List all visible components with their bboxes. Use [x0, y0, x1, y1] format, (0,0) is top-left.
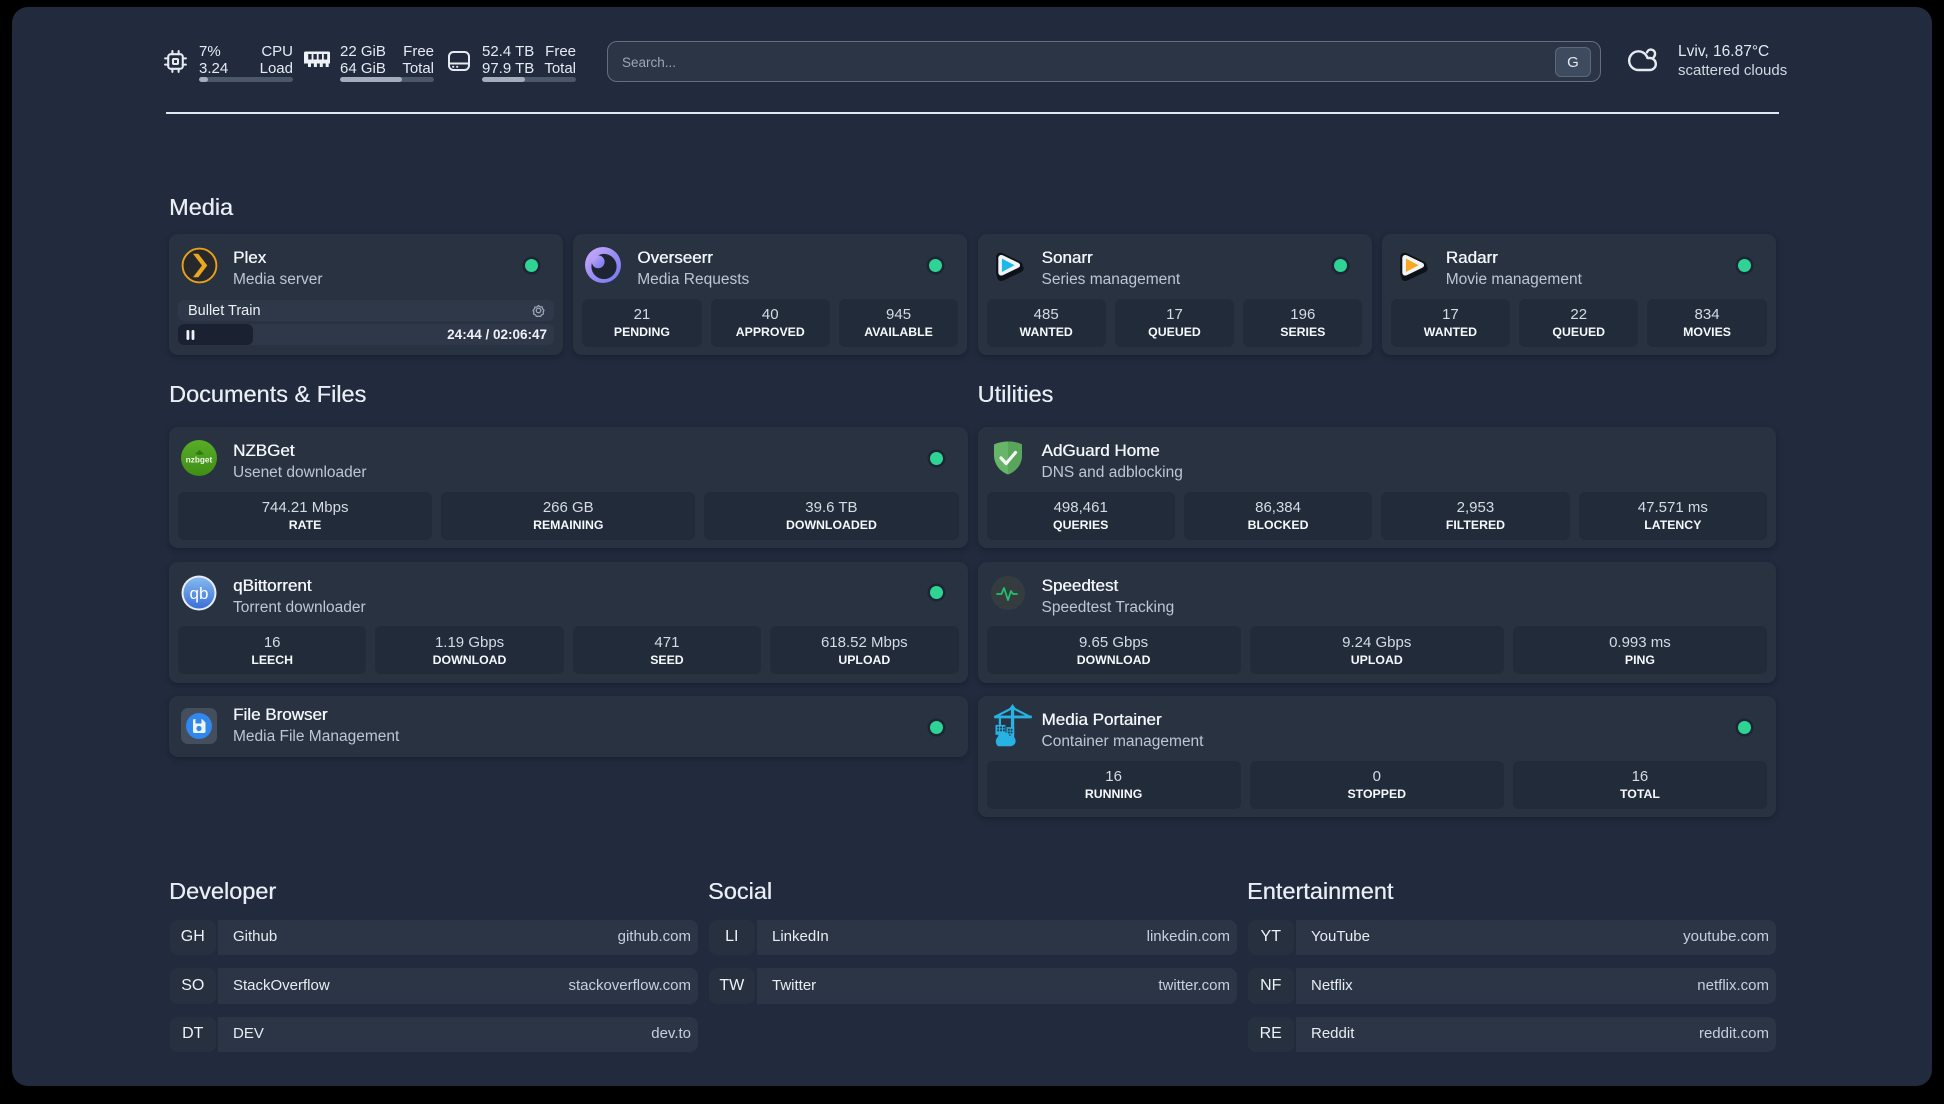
svg-text:qb: qb: [190, 584, 209, 603]
svg-text:nzbget: nzbget: [186, 456, 213, 465]
